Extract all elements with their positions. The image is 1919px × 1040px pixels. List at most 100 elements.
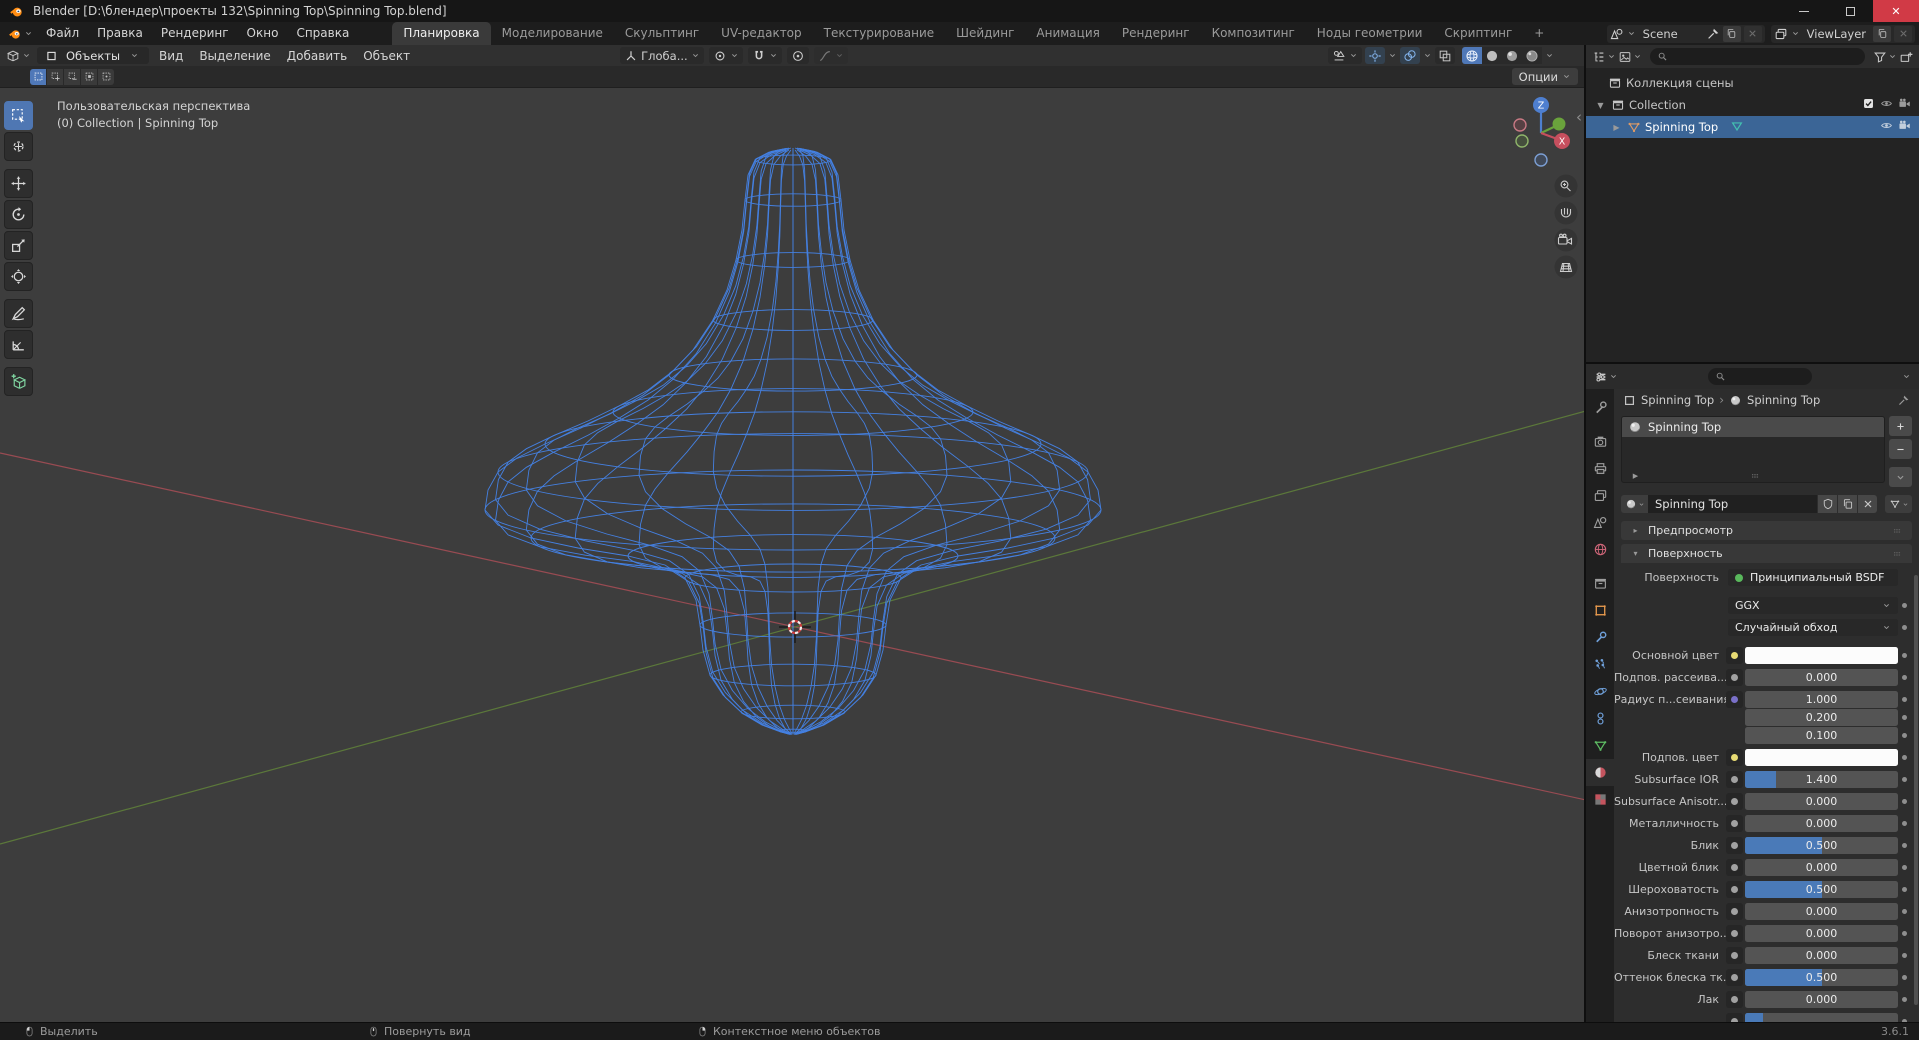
transform-orientation-selector[interactable]: Глоба... — [620, 47, 704, 64]
display-mode-button[interactable] — [1618, 50, 1642, 64]
prop-dropdown[interactable]: GGX — [1728, 597, 1898, 614]
shading-wireframe-button[interactable] — [1462, 47, 1482, 64]
color-swatch-field[interactable] — [1745, 749, 1898, 766]
chevron-down-icon[interactable] — [1902, 372, 1911, 381]
expand-arrow-icon[interactable]: ▶ — [1629, 472, 1642, 480]
new-scene-button[interactable] — [1722, 25, 1741, 42]
editor-type-button[interactable] — [1592, 50, 1616, 64]
animate-dot[interactable] — [1898, 755, 1911, 760]
box-select-tool-button[interactable] — [4, 101, 33, 130]
filter-button[interactable] — [1873, 50, 1897, 64]
workspace-tab-1[interactable]: Моделирование — [491, 22, 614, 45]
animate-dot[interactable] — [1898, 887, 1911, 892]
workspace-tab-3[interactable]: UV-редактор — [710, 22, 812, 45]
selmode-new-button[interactable] — [30, 68, 46, 85]
properties-tab-render[interactable] — [1586, 428, 1614, 455]
surface-shader-field[interactable]: Принципиальный BSDF — [1728, 569, 1898, 586]
selmode-subtract-button[interactable] — [64, 68, 80, 85]
delete-view-layer-button[interactable] — [1894, 25, 1912, 42]
prop-value-field[interactable]: 0.000 — [1745, 859, 1898, 876]
properties-tab-data[interactable] — [1586, 732, 1614, 759]
new-material-button[interactable] — [1838, 495, 1857, 513]
socket-button[interactable] — [1726, 859, 1743, 876]
options-dropdown[interactable]: Опции — [1511, 68, 1578, 85]
workspace-tab-4[interactable]: Текстурирование — [813, 22, 945, 45]
prop-value-field[interactable]: 0.000 — [1745, 991, 1898, 1008]
outliner-row-1[interactable]: ▼ Collection — [1586, 94, 1919, 116]
pivot-point-selector[interactable] — [708, 47, 743, 64]
socket-button[interactable] — [1726, 881, 1743, 898]
prop-value-field[interactable]: 0.200 — [1745, 709, 1898, 726]
socket-button[interactable] — [1726, 991, 1743, 1008]
prop-value-field[interactable]: 0.000 — [1745, 793, 1898, 810]
prop-value-field[interactable]: 0.000 — [1745, 815, 1898, 832]
breadcrumb-data[interactable]: Spinning Top — [1747, 393, 1820, 407]
socket-button[interactable] — [1726, 749, 1743, 766]
animate-dot[interactable] — [1898, 603, 1911, 608]
new-collection-button[interactable] — [1899, 50, 1913, 64]
topbar-menu-3[interactable]: Окно — [238, 22, 288, 45]
animate-dot[interactable] — [1898, 931, 1911, 936]
workspace-tab-10[interactable]: Скриптинг — [1433, 22, 1523, 45]
prop-value-field[interactable]: 0.000 — [1745, 947, 1898, 964]
properties-tab-material[interactable] — [1586, 759, 1614, 786]
viewport-menu-3[interactable]: Объект — [355, 49, 418, 63]
hide-render-toggle[interactable] — [1898, 97, 1911, 113]
color-swatch-field[interactable] — [1745, 647, 1898, 664]
animate-dot[interactable] — [1898, 909, 1911, 914]
snap-toggle[interactable] — [747, 47, 782, 64]
cursor-tool-button[interactable] — [4, 132, 33, 161]
outliner-row-2[interactable]: ▶ Spinning Top — [1586, 116, 1919, 138]
properties-tab-world[interactable] — [1586, 536, 1614, 563]
workspace-tab-8[interactable]: Композитинг — [1201, 22, 1306, 45]
animate-dot[interactable] — [1898, 715, 1911, 720]
properties-tab-particles[interactable] — [1586, 651, 1614, 678]
socket-button[interactable] — [1726, 837, 1743, 854]
scale-tool-button[interactable] — [4, 231, 33, 260]
prop-value-field[interactable]: 0.500 — [1745, 881, 1898, 898]
socket-button[interactable] — [1726, 669, 1743, 686]
workspace-add-button[interactable]: + — [1523, 22, 1555, 45]
app-menu-button[interactable] — [0, 22, 37, 45]
animate-dot[interactable] — [1898, 697, 1911, 702]
workspace-tab-9[interactable]: Ноды геометрии — [1306, 22, 1434, 45]
prop-value-field[interactable]: 0.100 — [1745, 727, 1898, 744]
socket-button[interactable] — [1726, 815, 1743, 832]
measure-tool-button[interactable] — [4, 330, 33, 359]
socket-button[interactable] — [1726, 925, 1743, 942]
socket-button[interactable] — [1726, 947, 1743, 964]
editor-type-button[interactable] — [1594, 370, 1618, 384]
animate-dot[interactable] — [1898, 777, 1911, 782]
properties-tab-physics[interactable] — [1586, 678, 1614, 705]
shading-material-button[interactable] — [1502, 47, 1522, 64]
mode-selector[interactable]: Объекты — [37, 47, 149, 64]
properties-tab-object[interactable] — [1586, 597, 1614, 624]
properties-tab-viewlayer[interactable] — [1586, 482, 1614, 509]
topbar-menu-0[interactable]: Файл — [37, 22, 88, 45]
socket-button[interactable] — [1726, 969, 1743, 986]
pan-view-button[interactable] — [1554, 201, 1578, 225]
rotate-tool-button[interactable] — [4, 200, 33, 229]
properties-tab-texture[interactable] — [1586, 786, 1614, 813]
properties-tab-constraints[interactable] — [1586, 705, 1614, 732]
pin-icon[interactable] — [1897, 394, 1910, 407]
selmode-extend-button[interactable] — [47, 68, 63, 85]
socket-button[interactable] — [1726, 1013, 1743, 1022]
show-overlays-toggle[interactable] — [1400, 47, 1420, 64]
visibility-dropdown[interactable] — [1328, 47, 1362, 64]
grip-icon[interactable] — [1890, 526, 1904, 536]
socket-button[interactable] — [1726, 903, 1743, 920]
shading-solid-button[interactable] — [1482, 47, 1502, 64]
zoom-view-button[interactable] — [1554, 174, 1578, 198]
socket-button[interactable] — [1726, 793, 1743, 810]
socket-button[interactable] — [1726, 771, 1743, 788]
editor-3dview-icon[interactable] — [6, 49, 20, 63]
slot-specials-button[interactable] — [1889, 467, 1912, 487]
material-slot[interactable]: Spinning Top — [1622, 417, 1884, 437]
animate-dot[interactable] — [1898, 953, 1911, 958]
properties-tab-collection[interactable] — [1586, 570, 1614, 597]
panel-surface-header[interactable]: ▾ Поверхность — [1621, 544, 1912, 563]
new-view-layer-button[interactable] — [1873, 25, 1891, 42]
workspace-tab-0[interactable]: Планировка — [392, 22, 491, 45]
prop-value-field[interactable]: 0.000 — [1745, 903, 1898, 920]
